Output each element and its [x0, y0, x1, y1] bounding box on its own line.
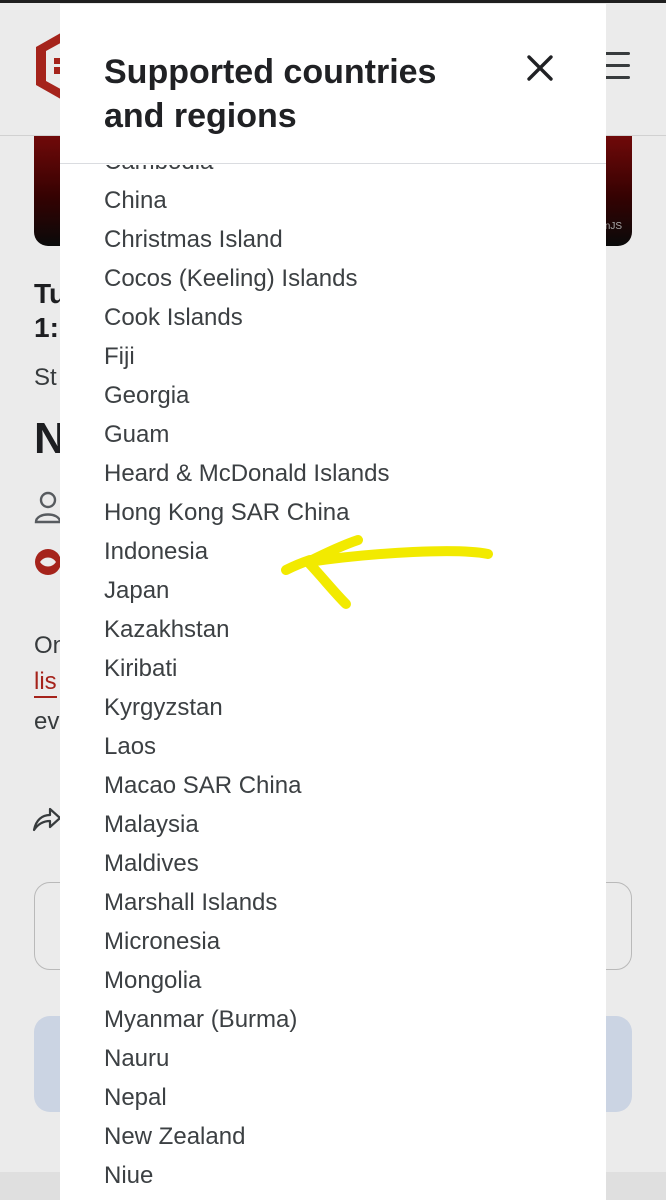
country-list-item: Christmas Island: [104, 226, 283, 253]
dialog-header: Supported countries and regions: [60, 4, 606, 164]
window-top-edge: [0, 0, 666, 3]
country-list-item: Norfolk Island: [104, 1195, 389, 1200]
highlight-arrow-annotation: [281, 535, 493, 609]
country-list-item: Georgia: [104, 382, 190, 409]
country-list-item: Heard & McDonald Islands: [104, 460, 390, 487]
country-list-item: Micronesia: [104, 928, 221, 955]
country-list-item: Fiji: [104, 343, 135, 370]
country-list-item: Macao SAR China: [104, 772, 302, 799]
country-list-item: Kyrgyzstan: [104, 694, 223, 721]
country-list-item: New Zealand: [104, 1123, 246, 1150]
country-list-item: China: [104, 187, 167, 214]
country-list-item: Mongolia: [104, 967, 202, 994]
country-list-item: Hong Kong SAR China: [104, 499, 350, 526]
country-list-item: Kiribati: [104, 655, 178, 682]
close-icon[interactable]: [520, 48, 560, 88]
country-list-item: Cook Islands: [104, 304, 243, 331]
country-list-item: Maldives: [104, 850, 199, 877]
country-list-item: Laos: [104, 733, 157, 760]
country-list-item: Marshall Islands: [104, 889, 278, 916]
country-list-item: Nepal: [104, 1084, 167, 1111]
country-list-item: Niue: [104, 1162, 154, 1189]
country-list-item: Kazakhstan: [104, 616, 230, 643]
country-list-item: Cambodia: [104, 165, 389, 181]
dialog-title: Supported countries and regions: [104, 53, 437, 135]
country-list-item: Cocos (Keeling) Islands: [104, 265, 358, 292]
country-list-item: Guam: [104, 421, 170, 448]
country-list-scroll[interactable]: Cambodia China Christmas Island Cocos (Keel…: [60, 165, 606, 1200]
country-list-item: Malaysia: [104, 811, 199, 838]
country-list: Cambodia China Christmas Island Cocos (Keel…: [104, 165, 389, 1200]
country-list-item: Nauru: [104, 1045, 170, 1072]
country-list-item: Myanmar (Burma): [104, 1006, 298, 1033]
